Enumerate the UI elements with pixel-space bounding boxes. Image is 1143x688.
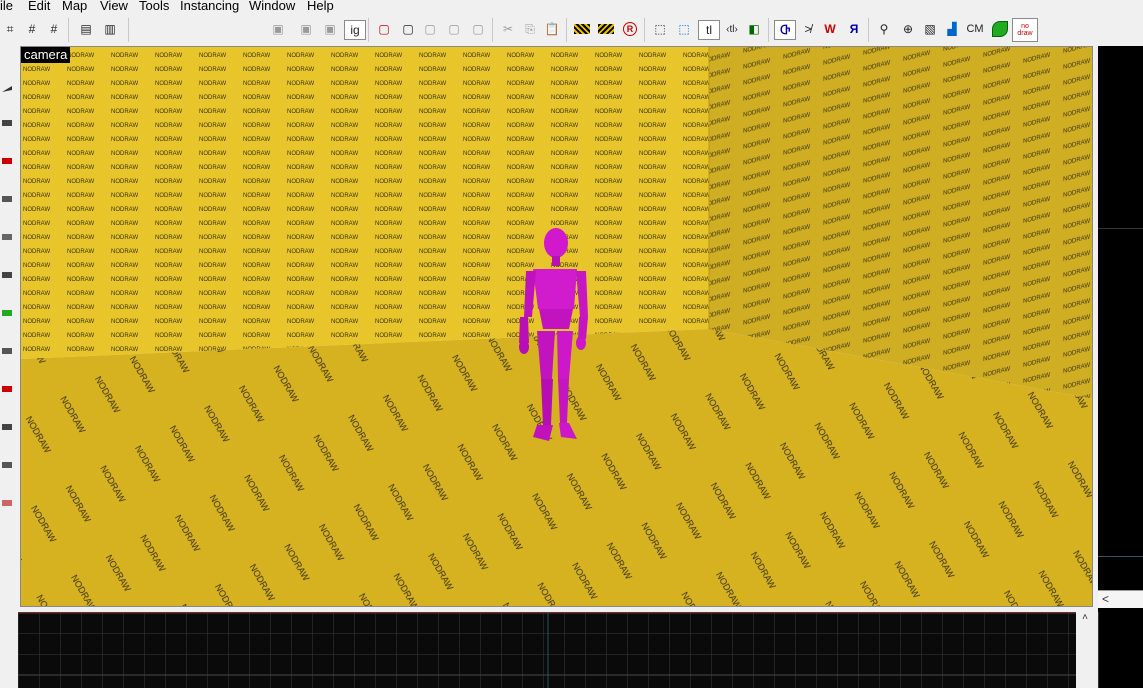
group-icon[interactable]: ▤ xyxy=(76,18,96,40)
ungroup-icon[interactable]: ▥ xyxy=(100,18,120,40)
tool-block-icon[interactable] xyxy=(0,224,14,246)
toolbar-separator xyxy=(68,18,69,42)
grid-lines xyxy=(18,612,1076,688)
hide-icon[interactable]: ▣ xyxy=(268,18,288,40)
carve-icon[interactable]: Ⴇ xyxy=(774,20,796,40)
tool-path-icon[interactable] xyxy=(0,490,14,512)
menu-edit[interactable]: Edit xyxy=(28,0,50,12)
select-dashed-icon[interactable]: ⬚ xyxy=(674,18,694,40)
floor xyxy=(21,329,1092,606)
grid-3d-icon[interactable]: ⌗ xyxy=(0,18,20,40)
tool-clip-icon[interactable] xyxy=(0,414,14,436)
tool-overlay-icon[interactable] xyxy=(0,376,14,398)
visgroup-gray3-icon[interactable]: ▢ xyxy=(468,18,488,40)
vertex-icon[interactable]: W xyxy=(820,18,840,40)
steps-icon[interactable]: ▟ xyxy=(942,18,962,40)
visgroup-icon[interactable]: ▢ xyxy=(398,18,418,40)
copy-icon[interactable]: ⎘ xyxy=(520,18,540,40)
tool-texture-icon[interactable] xyxy=(0,262,14,284)
panel-divider xyxy=(1098,228,1143,229)
menu-tools[interactable]: Tools xyxy=(139,0,169,12)
r-label: R xyxy=(623,22,637,36)
nodraw-button[interactable]: no draw xyxy=(1012,18,1038,42)
toolbar-separator xyxy=(492,18,493,42)
tool-magnify-icon[interactable] xyxy=(0,110,14,132)
select-box-icon[interactable]: ⬚ xyxy=(650,18,670,40)
clip-icon[interactable]: ≯ xyxy=(798,18,818,40)
menu-instancing[interactable]: Instancing xyxy=(180,0,239,12)
r-circle-icon[interactable]: R xyxy=(620,18,640,40)
scene-render: NODRAW NODRAW NODRAW xyxy=(21,47,1092,606)
side-collapse-bar[interactable]: < xyxy=(1098,590,1143,608)
menu-window[interactable]: Window xyxy=(249,0,295,12)
texture-lock-scale-button[interactable]: ‹tl› xyxy=(722,18,742,40)
grid-viewport-2d[interactable] xyxy=(18,612,1076,688)
scroll-up-arrow[interactable]: ˄ xyxy=(1082,612,1088,623)
tool-apply-texture-icon[interactable] xyxy=(0,300,14,322)
sprinkle-icon[interactable]: ⚲ xyxy=(874,18,894,40)
grid-larger-icon[interactable]: # xyxy=(44,18,64,40)
viewport-label[interactable]: camera xyxy=(21,47,71,63)
show-all-icon[interactable]: ▣ xyxy=(320,18,340,40)
globe-icon[interactable]: ⊕ xyxy=(898,18,918,40)
ignore-groups-button[interactable]: ig xyxy=(344,20,366,40)
tool-decal-icon[interactable] xyxy=(0,338,14,360)
collapse-button[interactable]: < xyxy=(1102,592,1109,606)
hazard-x-icon[interactable] xyxy=(596,18,616,40)
left-tool-strip xyxy=(0,48,16,688)
toolbar-separator xyxy=(868,18,869,42)
camera-viewport[interactable]: camera NODRAW NODRAW NODRAW xyxy=(20,46,1093,607)
tool-entity-icon[interactable] xyxy=(0,186,14,208)
grid-scrollbar[interactable]: ˄ xyxy=(1076,612,1094,688)
menu-help[interactable]: Help xyxy=(307,0,334,12)
leaf-icon[interactable] xyxy=(990,18,1010,40)
menu-file[interactable]: ile xyxy=(0,0,13,12)
hazard-stripes-icon[interactable] xyxy=(572,18,592,40)
show-icon[interactable]: ▣ xyxy=(296,18,316,40)
texture-lock-button[interactable]: tl xyxy=(698,20,720,40)
cut-icon[interactable]: ✂ xyxy=(498,18,518,40)
entity-report-icon[interactable]: ▧ xyxy=(920,18,940,40)
hollow-icon[interactable]: Я xyxy=(844,18,864,40)
paste-icon[interactable]: 📋 xyxy=(542,18,562,40)
panel-divider xyxy=(1098,556,1143,557)
menu-bar: ile Edit Map View Tools Instancing Windo… xyxy=(0,0,1143,14)
grid-smaller-icon[interactable]: # xyxy=(22,18,42,40)
tool-selection-icon[interactable] xyxy=(0,76,14,98)
toolbar-separator xyxy=(368,18,369,42)
tool-camera-icon[interactable] xyxy=(0,148,14,170)
visgroup-gray2-icon[interactable]: ▢ xyxy=(444,18,464,40)
back-wall xyxy=(21,47,709,359)
toolbar-separator xyxy=(644,18,645,42)
tool-vertex-icon[interactable] xyxy=(0,452,14,474)
cordon-mode-button[interactable]: CM xyxy=(964,18,986,40)
flip-icon[interactable]: ◧ xyxy=(744,18,764,40)
toolbar-separator xyxy=(128,18,129,42)
visgroup-gray-icon[interactable]: ▢ xyxy=(420,18,440,40)
menu-map[interactable]: Map xyxy=(62,0,87,12)
toolbar-separator xyxy=(768,18,769,42)
visgroup-red-icon[interactable]: ▢ xyxy=(374,18,394,40)
toolbar-separator xyxy=(566,18,567,42)
bottom-right-panel xyxy=(1098,612,1143,688)
menu-view[interactable]: View xyxy=(100,0,128,12)
